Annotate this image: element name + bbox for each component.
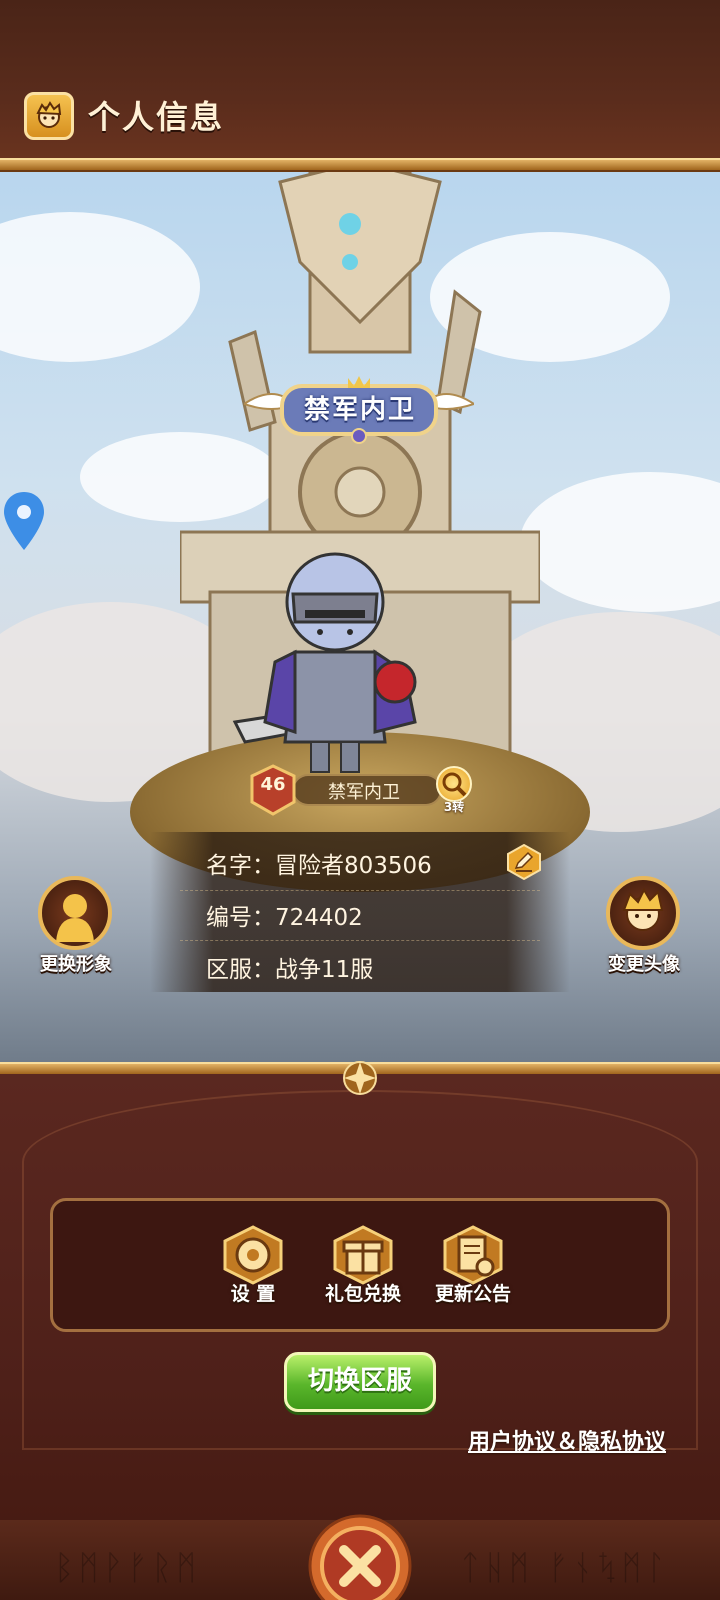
settings-button[interactable]: 设 置 [203, 1225, 303, 1325]
notice-icon [443, 1225, 503, 1285]
player-id: 编号：724402 [206, 905, 363, 931]
title-badge-text: 禁军内卫 [303, 395, 416, 425]
star-ornament-icon [343, 1061, 377, 1095]
change-appearance-button[interactable]: 更换形象 [16, 876, 136, 986]
header-bar: 个人信息 [0, 0, 720, 165]
menu-panel: 设 置 礼包兑换 更新公告 [50, 1198, 670, 1332]
profile-screen: 个人信息 禁军内卫 46 禁军内卫 3转 名字：冒险者803506 编号：724… [0, 0, 720, 1600]
divider [180, 890, 540, 891]
change-appearance-label: 更换形象 [40, 954, 112, 975]
edit-name-button[interactable] [506, 843, 542, 881]
location-pin-icon[interactable] [2, 490, 46, 552]
rebirth-search-icon[interactable] [436, 766, 472, 802]
profile-avatar-icon [24, 92, 74, 140]
change-avatar-label: 变更头像 [608, 954, 680, 975]
gift-redeem-label: 礼包兑换 [324, 1283, 401, 1305]
settings-label: 设 置 [230, 1283, 276, 1305]
appearance-icon [38, 876, 112, 950]
close-button[interactable] [308, 1514, 412, 1600]
gear-icon [223, 1225, 283, 1285]
hero-character[interactable] [215, 542, 455, 782]
rank-name: 禁军内卫 [328, 782, 400, 803]
switch-server-button[interactable]: 切换区服 [284, 1352, 436, 1412]
update-notice-label: 更新公告 [434, 1283, 511, 1305]
cloud [0, 212, 200, 362]
rebirth-count: 3转 [443, 800, 465, 814]
player-server: 区服：战争11服 [206, 957, 374, 983]
gift-redeem-button[interactable]: 礼包兑换 [313, 1225, 413, 1325]
gift-icon [333, 1225, 393, 1285]
cloud [520, 472, 720, 612]
avatar-portrait-icon [606, 876, 680, 950]
level-number: 46 [260, 774, 286, 795]
change-avatar-button[interactable]: 变更头像 [584, 876, 704, 986]
header-divider [0, 158, 720, 172]
page-title: 个人信息 [88, 98, 225, 136]
divider [180, 940, 540, 941]
pencil-icon [507, 843, 541, 881]
decorative-runes-right: ᛏᚺᛗ ᚠᚾᛪᛗᛚ [460, 1548, 671, 1588]
rank-row: 46 禁军内卫 3转 [244, 764, 484, 816]
update-notice-button[interactable]: 更新公告 [423, 1225, 523, 1325]
user-agreement-link[interactable]: 用户协议＆隐私协议 [468, 1424, 666, 1456]
decorative-runes-left: ᛒᛗᚹᚠᚱᛗ [54, 1548, 201, 1588]
player-name: 名字：冒险者803506 [206, 853, 432, 879]
character-scene: 禁军内卫 46 禁军内卫 3转 名字：冒险者803506 编号：724402 区… [0, 172, 720, 1062]
profile-info-panel: 名字：冒险者803506 编号：724402 区服：战争11服 [150, 832, 570, 992]
